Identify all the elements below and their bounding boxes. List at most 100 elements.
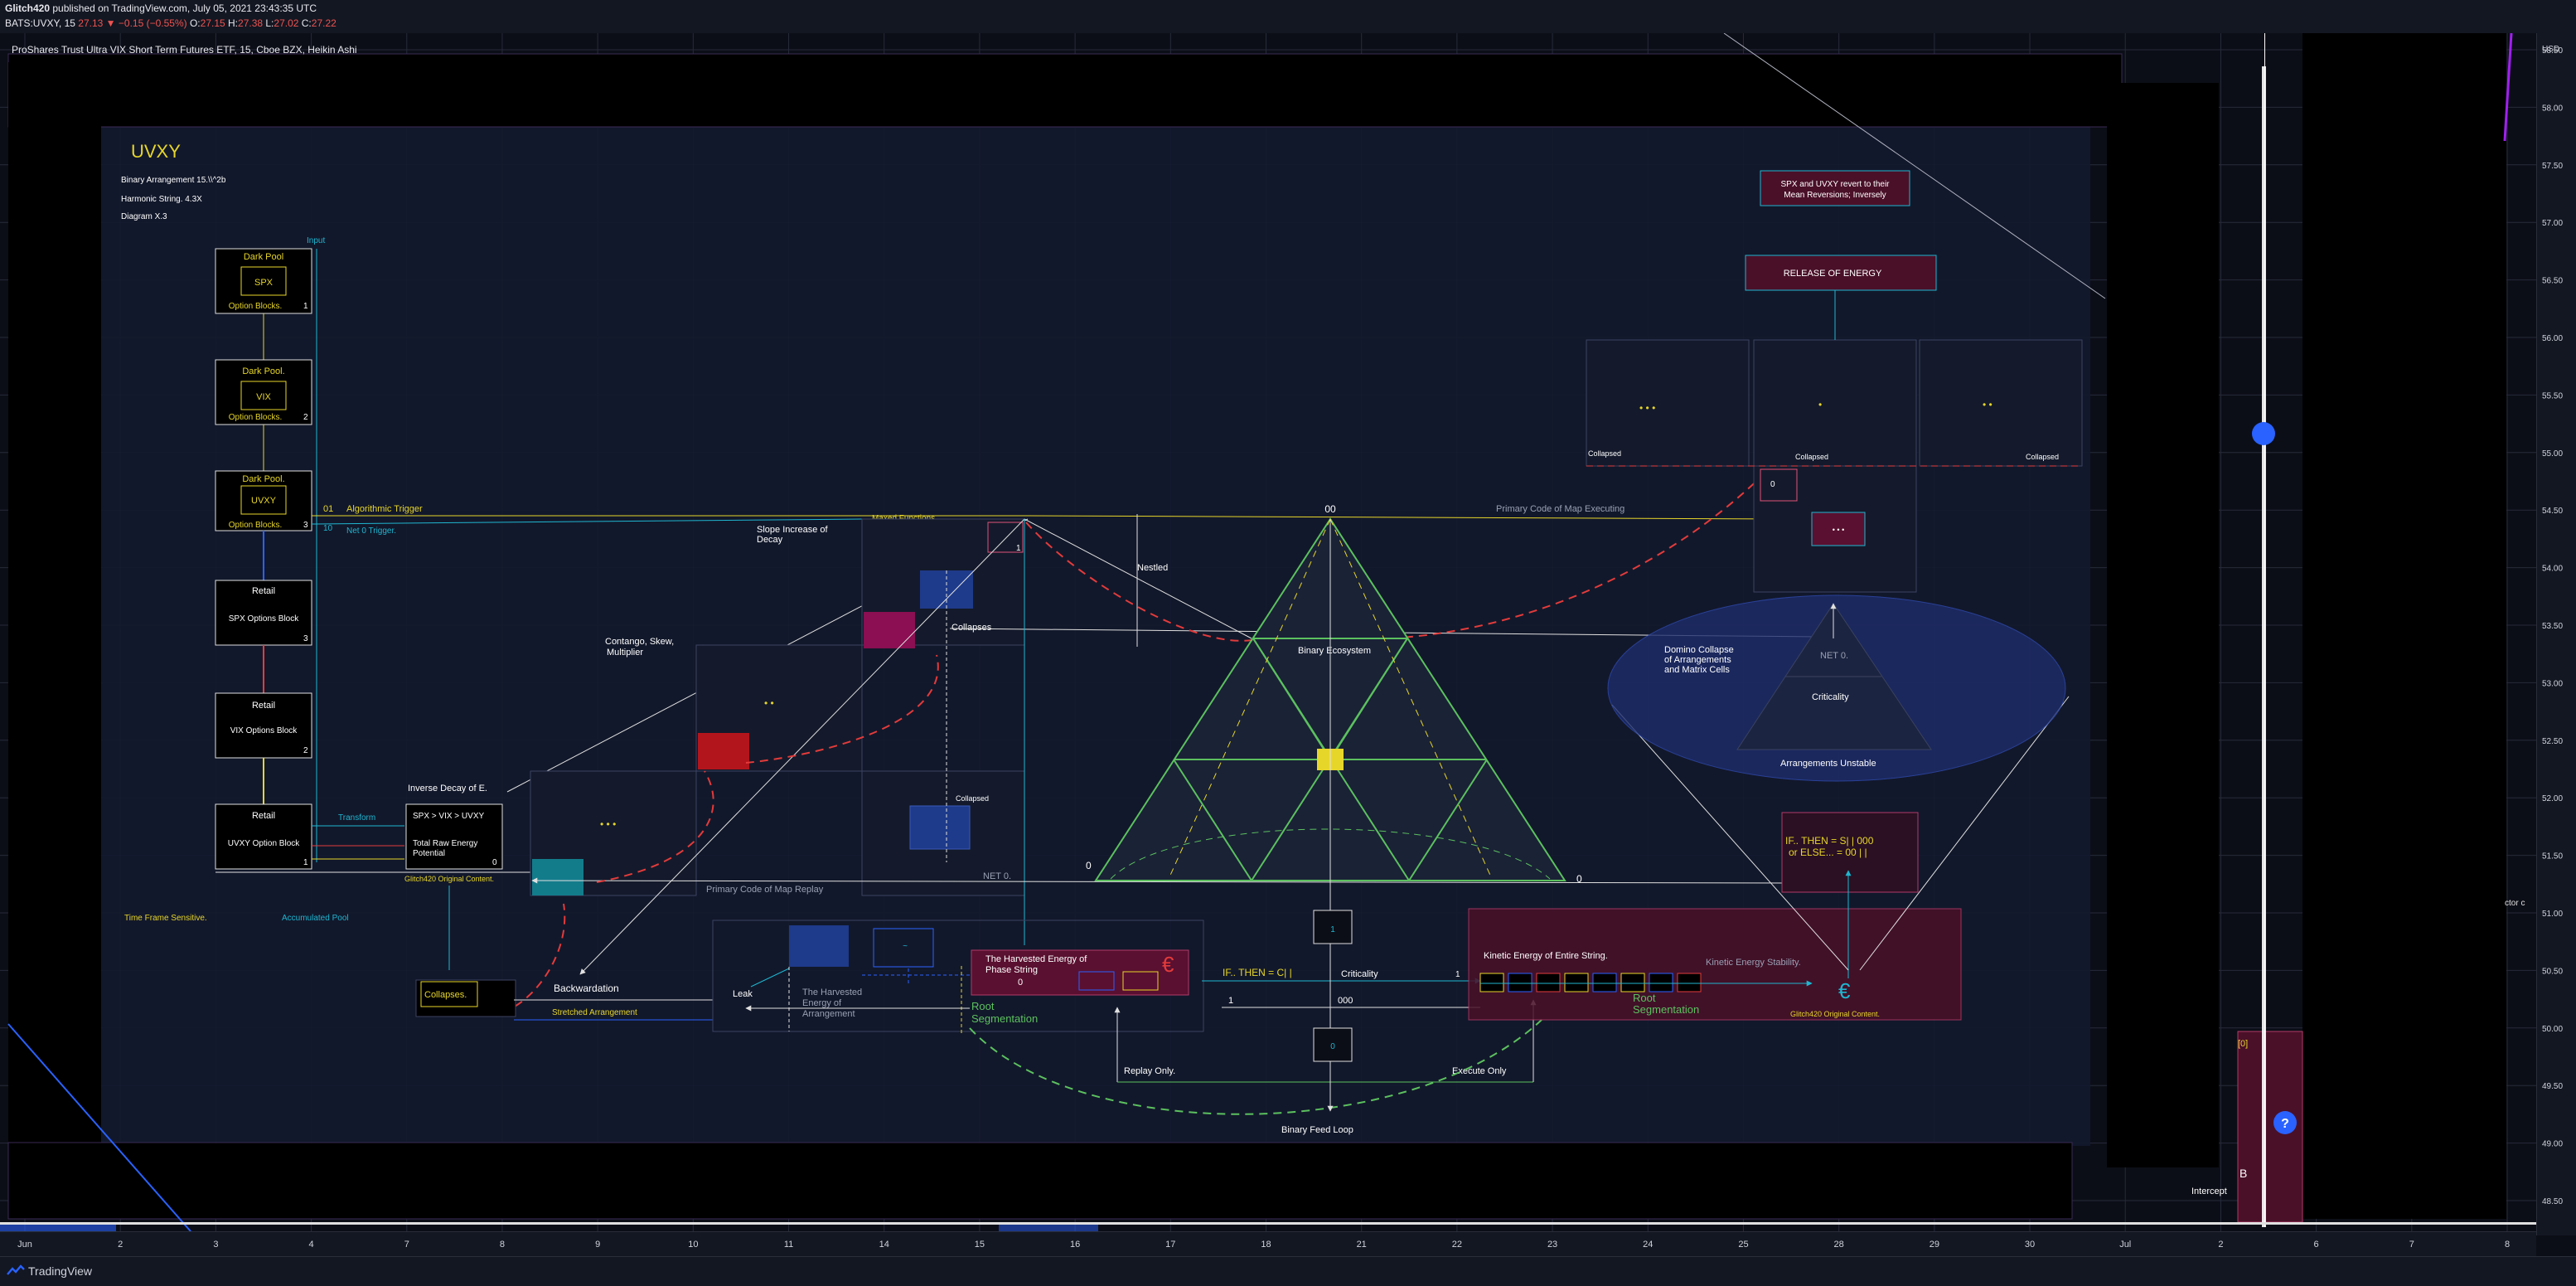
x-tick-label: 15 [975, 1240, 985, 1250]
binary-eco-label: Binary Ecosystem [1298, 646, 1371, 656]
harvest-arr-1: The Harvested [802, 988, 862, 997]
white-vertical-line [2262, 66, 2266, 1227]
retail-block-2: Retail VIX Options Block 2 [215, 692, 312, 759]
kinetic-cell [1649, 973, 1673, 992]
phase-string-zero: 0 [1018, 978, 1023, 988]
subtitle-1: Binary Arrangement 15.\\^2b [121, 176, 226, 185]
root-label-1: Root [971, 1000, 995, 1012]
info-bubble-1[interactable] [2252, 422, 2275, 445]
y-tick-label: 57.50 [2542, 162, 2563, 171]
collapsed-cell-3-dots: • • [1983, 399, 1993, 410]
if-then-s-1: IF.. THEN = S| | 000 [1785, 835, 1874, 847]
collapsed-cell-3-label: Collapsed [2026, 453, 2059, 461]
input-label: Input [307, 236, 325, 245]
x-tick-label: 16 [1070, 1240, 1080, 1250]
question-icon: ? [2281, 1117, 2289, 1131]
retail-block-2-title: Retail [252, 701, 275, 711]
original-content-label: Glitch420 Original Content. [404, 875, 494, 883]
primary-replay-label: Primary Code of Map Replay [706, 885, 824, 895]
time-axis[interactable]: Jun 2 3 4 7 8 9 10 11 14 15 16 17 18 21 22 23 24 25 28 29 30 J… [0, 1231, 2536, 1257]
energy-box-l1: SPX > VIX > UVXY [413, 812, 484, 821]
collapsed-pink-cell-dots: • • • [1833, 526, 1844, 534]
retail-block-1: Retail SPX Options Block 3 [215, 580, 312, 646]
chart-title: ProShares Trust Ultra VIX Short Term Fut… [12, 44, 357, 56]
original-content-label-2: Glitch420 Original Content. [1790, 1010, 1880, 1018]
stair-cell-1-dots: • • • [600, 818, 616, 830]
dark-pool-2: Dark Pool. VIX Option Blocks. 2 [215, 359, 312, 425]
price-axis[interactable]: USD 58.50 58.00 57.50 57.00 56.50 56.00 55.50 55… [2536, 33, 2576, 1235]
if-then-s-2: or ELSE... = 00 | | [1789, 847, 1867, 858]
stair-cell-4: Collapsed NET 0. [861, 770, 1025, 896]
y-tick-label: 57.00 [2542, 219, 2563, 228]
subtitle-2: Harmonic String. 4.3X [121, 195, 202, 204]
x-tick-label: Jun [17, 1240, 32, 1250]
dark-pool-3-inner: UVXY [251, 496, 277, 506]
bottom-mask-block [7, 1142, 2073, 1220]
bottom-blue-band-2 [999, 1225, 1098, 1231]
stair-cell-4-collapsed: Collapsed [956, 794, 989, 803]
euro-icon-red: € [1162, 952, 1174, 977]
dark-pool-3-sub: Option Blocks. [229, 521, 282, 530]
net0-trigger-label: Net 0 Trigger. [346, 527, 396, 536]
small-pink-box-n: 1 [1016, 544, 1021, 553]
energy-box-n: 0 [492, 858, 497, 867]
spx-uvxy-2: Mean Reversions; Inversely [1784, 191, 1886, 200]
top-00-label: 00 [1324, 503, 1336, 515]
x-tick-label: 3 [213, 1240, 218, 1250]
collapsed-cell-1-dots: • • • [1639, 402, 1655, 414]
energy-box-l3: Potential [413, 849, 445, 858]
triangle-left-zero: 0 [1086, 860, 1092, 871]
y-tick-label: 54.50 [2542, 507, 2563, 516]
time-frame-label: Time Frame Sensitive. [124, 914, 207, 923]
left-mask-block [8, 62, 101, 1148]
retail-block-3: Retail UVXY Option Block 1 [215, 803, 312, 870]
open-value: 27.15 [200, 17, 225, 29]
stair-cell-4-net0: NET 0. [983, 871, 1011, 881]
root-label-4: Segmentation [1633, 1003, 1699, 1016]
x-tick-label: 4 [309, 1240, 314, 1250]
collapses-box-label: Collapses. [424, 990, 467, 1000]
harvest-arr-3: Arrangement [802, 1009, 855, 1019]
stretched-label: Stretched Arrangement [552, 1008, 637, 1017]
slope-label-2: Decay [757, 535, 783, 545]
x-tick-label: 17 [1165, 1240, 1175, 1250]
chart-plot[interactable]: UVXY Binary Arrangement 15.\\^2b Harmoni… [0, 33, 2536, 1231]
diagram-title: UVXY [131, 141, 181, 162]
close-value: 27.22 [311, 17, 337, 29]
dark-pool-2-n: 2 [303, 413, 308, 422]
right-mask-block-2 [2302, 33, 2506, 1219]
y-tick-label: 55.50 [2542, 391, 2563, 400]
feed-n: 1 [1228, 996, 1233, 1006]
bottom-blue-band-1 [0, 1225, 116, 1231]
retail-block-3-title: Retail [252, 811, 275, 821]
root-label-2: Segmentation [971, 1012, 1038, 1025]
criticality-label-left: Criticality [1341, 969, 1378, 979]
spx-uvxy-1: SPX and UVXY revert to their [1781, 180, 1891, 189]
kinetic-cell [1677, 973, 1702, 992]
collapsed-cell-3: • • Collapsed [1919, 339, 2083, 467]
x-tick-label: 23 [1547, 1240, 1557, 1250]
x-tick-label: 2 [118, 1240, 123, 1250]
y-tick-label: 53.50 [2542, 622, 2563, 631]
intercept-label: Intercept [2191, 1187, 2227, 1196]
publish-line: Glitch420 published on TradingView.com, … [5, 2, 317, 14]
domino-label-3: and Matrix Cells [1664, 665, 1730, 675]
euro-icon-cyan: € [1838, 978, 1851, 1003]
y-tick-label: 58.50 [2542, 46, 2563, 56]
stair-cell-2-dots: • • [764, 697, 774, 709]
y-tick-label: 50.50 [2542, 967, 2563, 976]
contango-label: Contango, Skew, [605, 637, 674, 647]
criticality-n: 1 [1455, 970, 1460, 979]
zero-bracket-label: [0] [2238, 1039, 2248, 1049]
retail-block-2-n: 2 [303, 746, 308, 755]
collapsed-pink-box-n: 0 [1770, 480, 1775, 489]
x-tick-label: 22 [1452, 1240, 1462, 1250]
domino-label-2: of Arrangements [1664, 655, 1731, 665]
primary-exec-label: Primary Code of Map Executing [1496, 504, 1625, 514]
harvest-cell-icon: ~ [903, 942, 908, 951]
y-tick-label: 53.00 [2542, 679, 2563, 688]
trigger-10: 10 [323, 524, 333, 533]
dark-pool-3: Dark Pool. UVXY Option Blocks. 3 [215, 470, 312, 531]
feed-000: 000 [1338, 996, 1353, 1006]
collapsed-cell-2: • Collapsed [1753, 339, 1917, 467]
